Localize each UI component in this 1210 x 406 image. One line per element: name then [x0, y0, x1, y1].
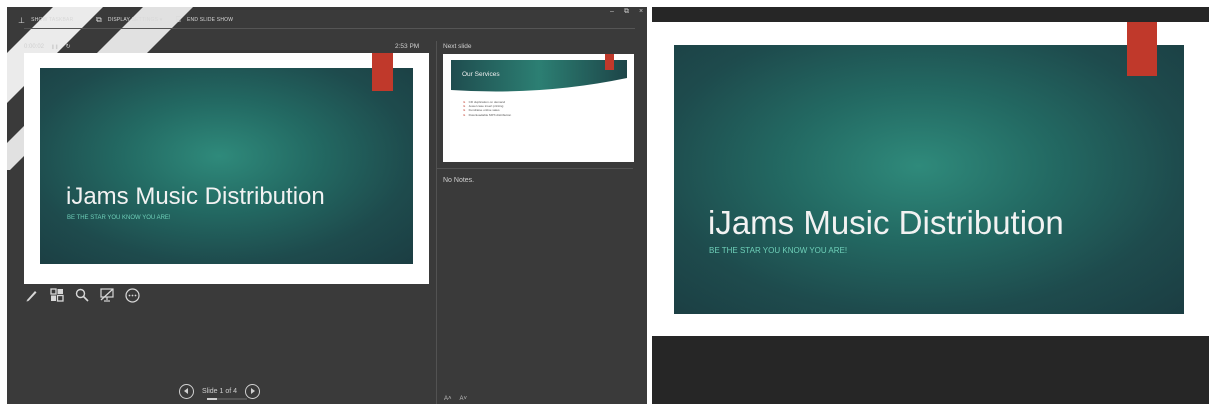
slide-subtitle: BE THE STAR YOU KNOW YOU ARE!: [67, 215, 171, 221]
notes-divider: [437, 168, 633, 169]
show-taskbar-button[interactable]: ⊥ SHOW TASKBAR: [18, 14, 73, 26]
display-settings-icon: ⧉: [96, 15, 102, 24]
more-options-icon[interactable]: [124, 287, 140, 303]
current-slide-preview: iJams Music Distribution BE THE STAR YOU…: [24, 53, 429, 284]
current-time: 2:53 PM: [395, 43, 420, 50]
toolbar-divider: [24, 28, 635, 29]
audience-slide: iJams Music Distribution BE THE STAR YOU…: [652, 22, 1209, 336]
decrease-text-size-button[interactable]: A˅: [460, 396, 468, 402]
zoom-icon[interactable]: [74, 287, 90, 303]
next-slide-banner: [451, 60, 627, 92]
pen-icon[interactable]: [24, 287, 40, 303]
restore-button[interactable]: ⧉: [624, 8, 629, 16]
display-settings-label: DISPLAY SETTINGS ▾: [107, 17, 163, 23]
presenter-view-window: ⊥ SHOW TASKBAR ⧉ DISPLAY SETTINGS ▾ ⍈ EN…: [7, 7, 647, 404]
chevron-left-icon: [184, 388, 188, 394]
slide-background-panel: [40, 68, 413, 264]
slide-progress-fill: [207, 398, 217, 400]
next-slide-ribbon-accent: [605, 54, 614, 70]
speaker-notes: No Notes.: [443, 177, 475, 184]
slide-grid-icon[interactable]: [49, 287, 65, 303]
slide-progress-bar: [207, 398, 247, 400]
next-slide-button[interactable]: [245, 383, 261, 399]
pause-timer-button[interactable]: ❚❚: [51, 44, 59, 50]
elapsed-time: 0:00:02: [24, 43, 45, 50]
list-item: ➤ Downloadable MP3 distribution: [463, 112, 512, 117]
minimize-button[interactable]: –: [610, 8, 614, 15]
next-slide-title: Our Services: [462, 71, 500, 78]
end-slide-show-label: END SLIDE SHOW: [187, 17, 234, 23]
show-taskbar-label: SHOW TASKBAR: [31, 17, 74, 23]
next-slide-preview[interactable]: Our Services ➤ CD duplication on demand ➤…: [443, 54, 634, 162]
slide-subtitle: BE THE STAR YOU KNOW YOU ARE!: [709, 246, 848, 255]
increase-text-size-button[interactable]: A˄: [444, 396, 452, 402]
next-slide-bullet-list: ➤ CD duplication on demand ➤ Jewel case in…: [463, 100, 511, 117]
notes-text-size-controls: A˄ A˅: [444, 396, 475, 402]
chevron-right-icon: [251, 388, 256, 394]
slide-ribbon-accent: [372, 53, 393, 91]
black-screen-icon[interactable]: [99, 287, 115, 303]
audience-view: iJams Music Distribution BE THE STAR YOU…: [652, 7, 1209, 404]
display-settings-button[interactable]: ⧉ DISPLAY SETTINGS ▾: [96, 14, 162, 26]
slide-counter[interactable]: Slide 1 of 4: [202, 388, 237, 395]
end-slide-show-button[interactable]: ⍈ END SLIDE SHOW: [176, 14, 233, 26]
slide-timer: 0:00:02 ❚❚ ↻: [24, 43, 78, 51]
close-button[interactable]: ×: [639, 8, 643, 15]
next-slide-label: Next slide: [443, 43, 472, 50]
slide-title: iJams Music Distribution: [708, 204, 1064, 241]
pane-divider: [436, 41, 437, 404]
restart-timer-button[interactable]: ↻: [66, 43, 71, 50]
slide-background-panel: [674, 45, 1184, 314]
slide-ribbon-accent: [1127, 22, 1157, 76]
previous-slide-button[interactable]: [179, 383, 194, 399]
slide-title: iJams Music Distribution: [66, 183, 325, 210]
end-show-icon: ⍈: [176, 15, 181, 24]
presenter-tools: [24, 285, 149, 305]
taskbar-icon: ⊥: [18, 15, 26, 25]
presenter-toolbar: ⊥ SHOW TASKBAR ⧉ DISPLAY SETTINGS ▾ ⍈ EN…: [7, 7, 647, 29]
